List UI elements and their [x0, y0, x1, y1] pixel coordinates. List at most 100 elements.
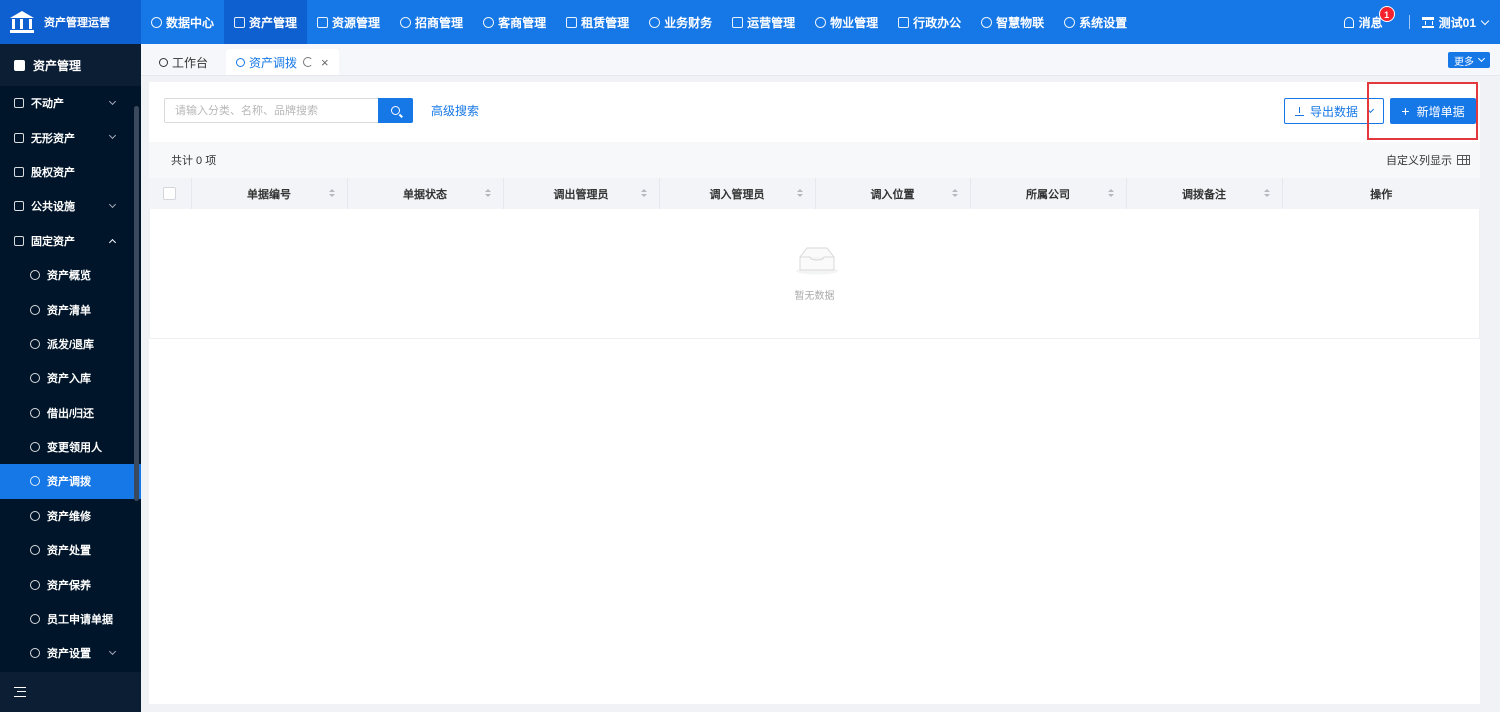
coin-icon	[649, 16, 661, 28]
settings-icon	[30, 648, 40, 659]
sidebar-item-equity-assets[interactable]: 股权资产	[0, 155, 141, 189]
maintenance-icon	[30, 579, 40, 590]
summary-row: 共计 0 项 自定义列显示	[149, 142, 1480, 178]
download-icon	[1294, 106, 1304, 116]
transfer-icon	[236, 57, 246, 67]
select-all-header	[149, 178, 192, 209]
nav-investment-management[interactable]: 招商管理	[390, 0, 473, 44]
chevron-down-icon	[1366, 105, 1375, 114]
tab-asset-transfer[interactable]: 资产调拨 ×	[226, 49, 339, 75]
more-tabs-button[interactable]: 更多	[1448, 52, 1490, 68]
data-table: 单据编号 单据状态 调出管理员 调入管理员 调入位置 所属公司 调拨备注 操作	[149, 178, 1480, 209]
sidebar-collapse-button[interactable]	[0, 672, 141, 712]
home-icon	[815, 16, 827, 28]
column-header[interactable]: 所属公司	[970, 178, 1127, 209]
nav-property-management[interactable]: 物业管理	[805, 0, 888, 44]
sort-icon[interactable]	[1107, 189, 1114, 199]
column-header[interactable]: 调拨备注	[1126, 178, 1283, 209]
search-input[interactable]	[164, 98, 378, 123]
select-all-checkbox[interactable]	[163, 187, 177, 200]
user-menu[interactable]: 测试01	[1421, 14, 1490, 31]
sidebar-item-real-estate[interactable]: 不动产	[0, 86, 141, 120]
dashboard-icon	[159, 57, 168, 67]
gauge-icon	[30, 270, 40, 281]
disposal-icon	[30, 545, 40, 556]
table-empty-state: 暂无数据	[149, 209, 1480, 339]
bank-icon	[1421, 16, 1434, 28]
nav-smart-iot[interactable]: 智慧物联	[971, 0, 1054, 44]
sidebar-item-asset-overview[interactable]: 资产概览	[0, 258, 141, 292]
sidebar-item-asset-list[interactable]: 资产清单	[0, 292, 141, 326]
sidebar-item-asset-inbound[interactable]: 资产入库	[0, 361, 141, 395]
column-header[interactable]: 调入管理员	[659, 178, 816, 209]
chevron-up-icon	[108, 238, 117, 246]
cube-icon	[234, 16, 246, 28]
nav-asset-management[interactable]: 资产管理	[224, 0, 308, 44]
chevron-down-icon	[1480, 16, 1490, 25]
sidebar-item-asset-maintenance[interactable]: 资产保养	[0, 567, 141, 601]
add-document-button[interactable]: + 新增单据	[1390, 98, 1476, 124]
chevron-down-icon	[108, 132, 117, 140]
advanced-search-link[interactable]: 高级搜索	[431, 102, 479, 119]
top-right-area: 消息 1 测试01	[1343, 0, 1490, 44]
custom-columns-button[interactable]: 自定义列显示	[1386, 152, 1470, 168]
sort-icon[interactable]	[951, 189, 958, 199]
monitor-icon	[14, 235, 24, 246]
nav-business-finance[interactable]: 业务财务	[639, 0, 722, 44]
lend-icon	[30, 407, 40, 418]
sidebar-item-asset-repair[interactable]: 资产维修	[0, 499, 141, 533]
column-header[interactable]: 单据状态	[347, 178, 504, 209]
column-header[interactable]: 单据编号	[191, 178, 348, 209]
diamond-icon	[400, 16, 412, 28]
chevron-down-icon	[108, 97, 117, 106]
tab-workbench[interactable]: 工作台	[149, 49, 218, 75]
empty-text: 暂无数据	[794, 291, 835, 302]
main-content: 高级搜索 导出数据 + 新增单据 共计 0 项 自定义列显示 单据编号 单据状态…	[149, 82, 1480, 704]
nav-merchant-management[interactable]: 客商管理	[473, 0, 556, 44]
nav-data-center[interactable]: 数据中心	[141, 0, 224, 44]
sidebar-item-lend-return[interactable]: 借出/归还	[0, 396, 141, 430]
chart-icon	[732, 16, 744, 28]
sidebar-item-intangible-assets[interactable]: 无形资产	[0, 120, 141, 154]
dispatch-icon	[30, 338, 40, 349]
nav-lease-management[interactable]: 租赁管理	[556, 0, 639, 44]
sort-icon[interactable]	[1263, 189, 1270, 199]
export-data-button[interactable]: 导出数据	[1284, 98, 1384, 124]
sidebar-item-public-facilities[interactable]: 公共设施	[0, 189, 141, 223]
messages-button[interactable]: 消息 1	[1343, 5, 1395, 31]
sidebar-item-employee-requests[interactable]: 员工申请单据	[0, 602, 141, 636]
total-count: 共计 0 项	[171, 155, 217, 167]
bank-icon	[10, 11, 34, 33]
nav-resource-management[interactable]: 资源管理	[307, 0, 390, 44]
close-icon[interactable]: ×	[321, 55, 329, 70]
sidebar-item-dispatch-return[interactable]: 派发/退库	[0, 327, 141, 361]
sidebar-item-change-user[interactable]: 变更领用人	[0, 430, 141, 464]
nav-operation-management[interactable]: 运营管理	[722, 0, 805, 44]
chevron-down-icon	[1477, 54, 1486, 63]
sidebar-scrollbar[interactable]	[134, 106, 139, 501]
sidebar-item-asset-disposal[interactable]: 资产处置	[0, 533, 141, 567]
chevron-down-icon	[108, 648, 117, 656]
sort-icon[interactable]	[640, 189, 647, 199]
sidebar-item-asset-settings[interactable]: 资产设置	[0, 636, 141, 670]
stack-icon	[14, 166, 24, 177]
search-icon	[30, 510, 40, 521]
column-header[interactable]: 调入位置	[815, 178, 971, 209]
sidebar-item-fixed-assets[interactable]: 固定资产	[0, 224, 141, 258]
reload-icon[interactable]	[303, 57, 314, 67]
search-button[interactable]	[378, 98, 413, 123]
sidebar: 资产管理 不动产 无形资产 股权资产 公共设施 固定资产 资产概览 资产清单 派…	[0, 44, 141, 712]
nav-admin-office[interactable]: 行政办公	[888, 0, 971, 44]
column-header[interactable]: 调出管理员	[503, 178, 660, 209]
app-logo[interactable]: 资产管理运营	[0, 0, 141, 44]
building-icon	[14, 98, 24, 109]
facility-icon	[14, 201, 24, 212]
gear-icon	[1064, 16, 1076, 28]
sort-icon[interactable]	[328, 189, 335, 199]
collapse-menu-icon	[14, 687, 26, 697]
cube-icon	[14, 59, 25, 71]
sort-icon[interactable]	[796, 189, 803, 199]
sidebar-item-asset-transfer[interactable]: 资产调拨	[0, 464, 141, 499]
nav-system-settings[interactable]: 系统设置	[1054, 0, 1137, 44]
sort-icon[interactable]	[484, 189, 491, 199]
